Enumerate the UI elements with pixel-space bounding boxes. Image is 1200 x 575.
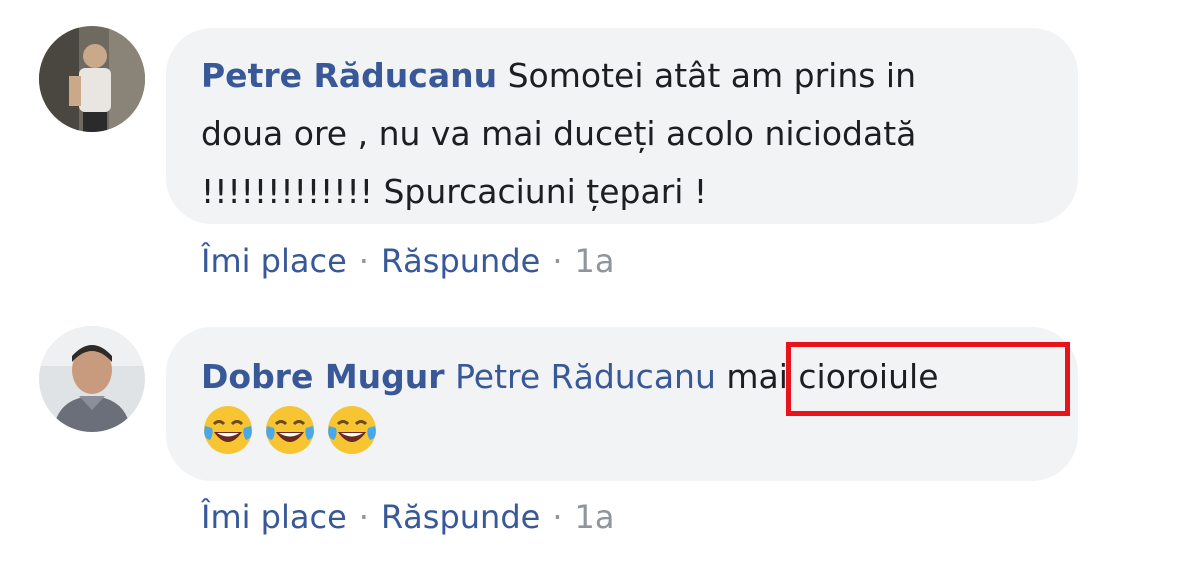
reply-link-1[interactable]: Răspunde bbox=[381, 242, 540, 280]
rolling-laughing-emoji bbox=[328, 406, 376, 454]
emoji-row bbox=[202, 404, 378, 456]
avatar-dobre[interactable] bbox=[39, 326, 145, 432]
timestamp-1[interactable]: 1a bbox=[575, 242, 615, 280]
comment-line-1-1: Somotei atât am prins in bbox=[507, 56, 917, 95]
comment-body-1: Petre Răducanu Somotei atât am prins in … bbox=[201, 47, 916, 221]
separator-dot: · bbox=[358, 498, 369, 536]
like-link-2[interactable]: Îmi place bbox=[201, 498, 347, 536]
avatar-petre[interactable] bbox=[39, 26, 145, 132]
comment-line-1-3: !!!!!!!!!!!!! Spurcaciuni țepari ! bbox=[201, 172, 708, 211]
separator-dot: · bbox=[358, 242, 369, 280]
red-highlight-box bbox=[786, 342, 1070, 416]
reply-link-2[interactable]: Răspunde bbox=[381, 498, 540, 536]
comment-author-1[interactable]: Petre Răducanu bbox=[201, 56, 497, 95]
comment-line-1-2: doua ore , nu va mai duceți acolo niciod… bbox=[201, 114, 917, 153]
comment-actions-1: Îmi place · Răspunde · 1a bbox=[201, 242, 614, 280]
comment-thread: Petre Răducanu Somotei atât am prins in … bbox=[0, 0, 1200, 575]
rolling-laughing-emoji bbox=[266, 406, 314, 454]
comment-actions-2: Îmi place · Răspunde · 1a bbox=[201, 498, 614, 536]
like-link-1[interactable]: Îmi place bbox=[201, 242, 347, 280]
mention-link[interactable]: Petre Răducanu bbox=[455, 357, 716, 396]
rolling-laughing-emoji bbox=[204, 406, 252, 454]
separator-dot: · bbox=[552, 242, 563, 280]
separator-dot: · bbox=[552, 498, 563, 536]
timestamp-2[interactable]: 1a bbox=[575, 498, 615, 536]
comment-author-2[interactable]: Dobre Mugur bbox=[201, 357, 445, 396]
